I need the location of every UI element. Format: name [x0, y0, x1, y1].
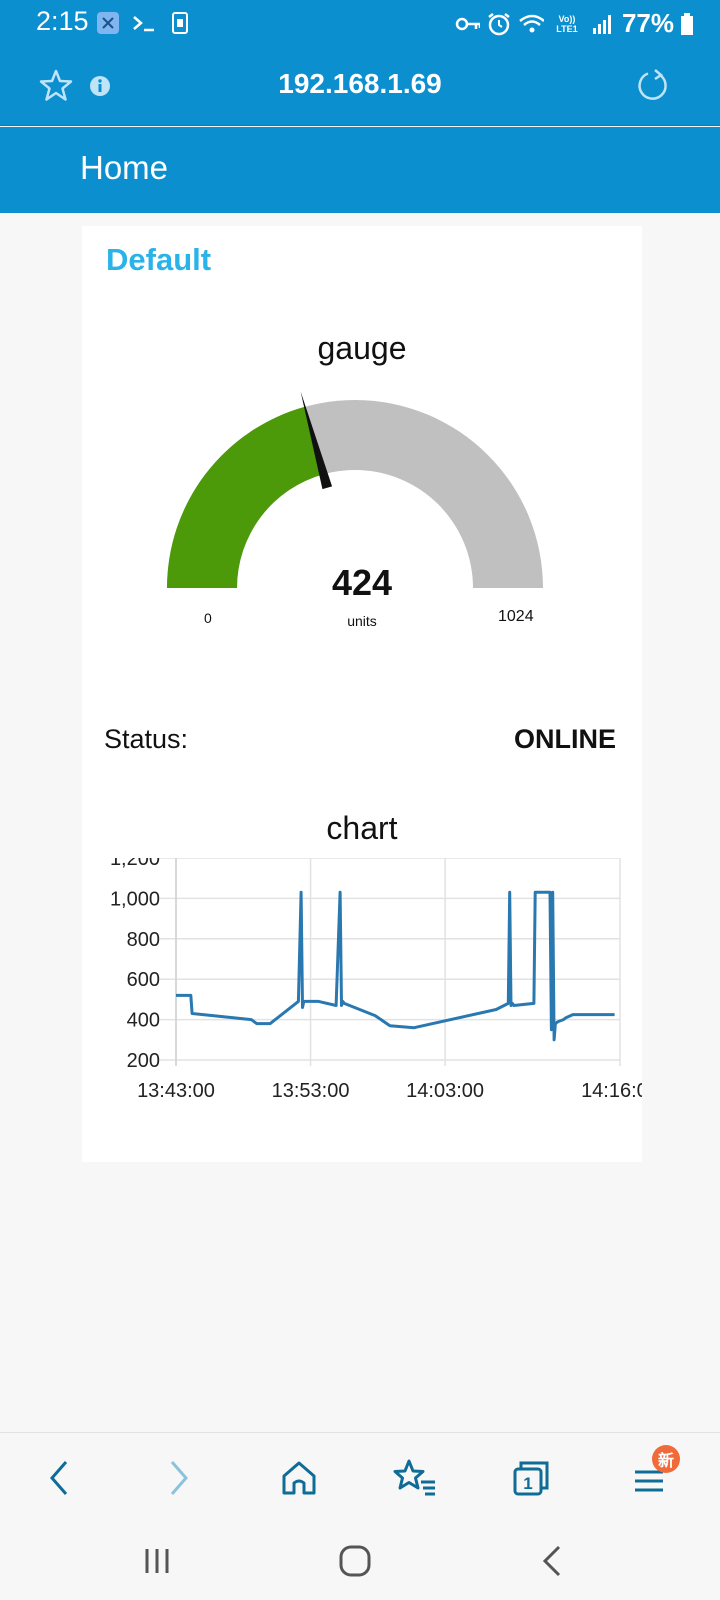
menu-badge: 新 [652, 1445, 680, 1473]
gauge-max-label: 1024 [498, 608, 534, 625]
home-system-button[interactable] [330, 1536, 380, 1586]
chart-xtick-label: 13:43:00 [137, 1080, 215, 1102]
system-nav-bar [0, 1522, 720, 1600]
alarm-icon [486, 11, 512, 37]
battery-percent: 77% [621, 8, 674, 38]
gauge-min-label: 0 [204, 610, 212, 626]
signal-icon [590, 11, 616, 37]
back-button[interactable] [34, 1453, 84, 1503]
terminal-icon [131, 10, 157, 36]
chart-series-line [176, 890, 615, 1042]
dashboard-group-card: Default gauge 424 units 0 1024 Status: O… [82, 226, 642, 1162]
tabs-button[interactable]: 1 [506, 1453, 556, 1503]
home-icon [282, 1461, 316, 1495]
status-bar: 2:15 Vo)) LTE1 77% [0, 0, 720, 46]
app-notification-icon [95, 10, 121, 36]
network-type-label: Vo)) LTE1 [556, 13, 578, 34]
line-chart: 200 400 600 800 1,000 1,200 13:43:00 13:53:00 14… [110, 858, 642, 1102]
chart-ytick-label: 1,000 [110, 888, 160, 910]
system-back-button[interactable] [528, 1536, 578, 1586]
chart-ytick-label: 400 [127, 1010, 160, 1032]
recent-apps-button[interactable] [132, 1536, 182, 1586]
reload-icon[interactable] [632, 66, 672, 106]
gauge-title: gauge [317, 330, 407, 366]
home-circle-icon [339, 1545, 371, 1577]
gauge-value: 424 [331, 562, 393, 603]
browser-url-bar: 192.168.1.69 [0, 46, 720, 126]
bookmarks-button[interactable] [390, 1453, 440, 1503]
status-time: 2:15 [36, 6, 89, 36]
chart-xtick-label: 14:03:00 [406, 1080, 484, 1102]
home-button[interactable] [274, 1453, 324, 1503]
url-text[interactable]: 192.168.1.69 [0, 68, 720, 100]
vpn-key-icon [454, 11, 480, 37]
chart-title: chart [326, 810, 398, 846]
sim-icon [167, 10, 193, 36]
battery-icon [680, 11, 694, 37]
chart-ytick-label: 1,200 [110, 858, 160, 870]
tabs-count: 1 [523, 1474, 532, 1493]
chart-xtick-label: 13:53:00 [272, 1080, 350, 1102]
browser-bottom-nav: 1 新 [0, 1432, 720, 1522]
app-header: Home [0, 127, 720, 213]
status-value: ONLINE [513, 724, 616, 754]
chart-ytick-label: 200 [127, 1050, 160, 1072]
system-back-icon [542, 1545, 561, 1577]
recent-apps-icon [145, 1549, 169, 1573]
gauge-fill [167, 406, 324, 588]
menu-button[interactable]: 新 [624, 1445, 680, 1503]
group-title: Default [106, 242, 212, 277]
wifi-icon [518, 11, 544, 37]
page-title: Home [80, 149, 169, 186]
chart-xtick-label: 14:16:00 [581, 1080, 642, 1102]
chart-ytick-label: 800 [127, 929, 160, 951]
gauge-units: units [347, 613, 377, 629]
chart-ytick-label: 600 [127, 969, 160, 991]
bookmarks-icon [393, 1459, 435, 1496]
forward-icon [170, 1461, 188, 1495]
back-icon [50, 1461, 68, 1495]
status-label: Status: [104, 724, 189, 754]
forward-button[interactable] [154, 1453, 204, 1503]
tabs-icon: 1 [513, 1461, 549, 1496]
